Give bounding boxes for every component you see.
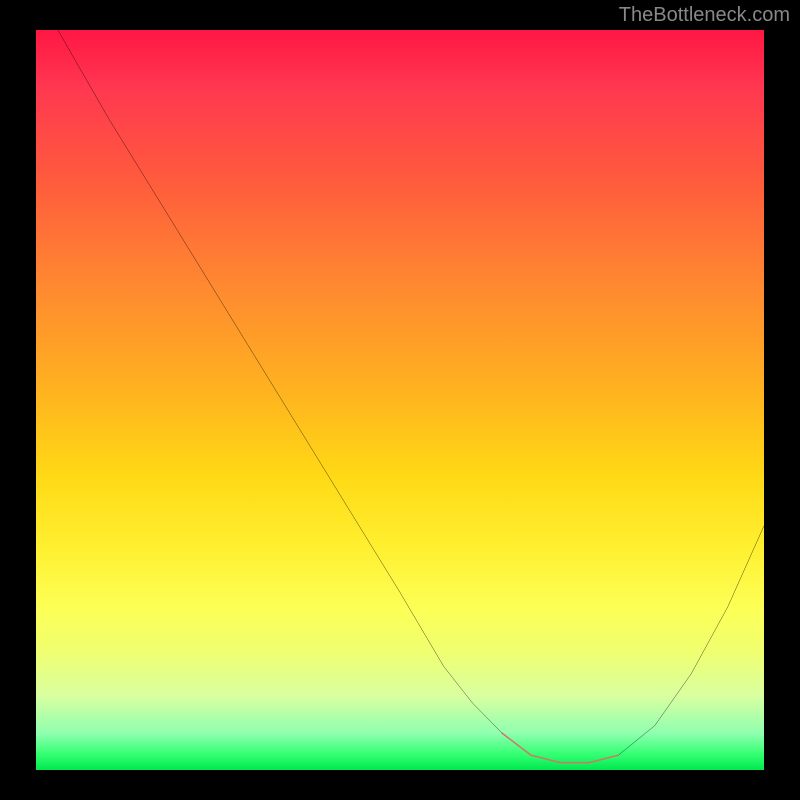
main-curve <box>58 30 764 763</box>
chart-container: TheBottleneck.com <box>0 0 800 800</box>
curve-svg <box>36 30 764 770</box>
highlight-segment <box>502 733 618 763</box>
plot-area <box>36 30 764 770</box>
watermark-text: TheBottleneck.com <box>619 4 790 27</box>
